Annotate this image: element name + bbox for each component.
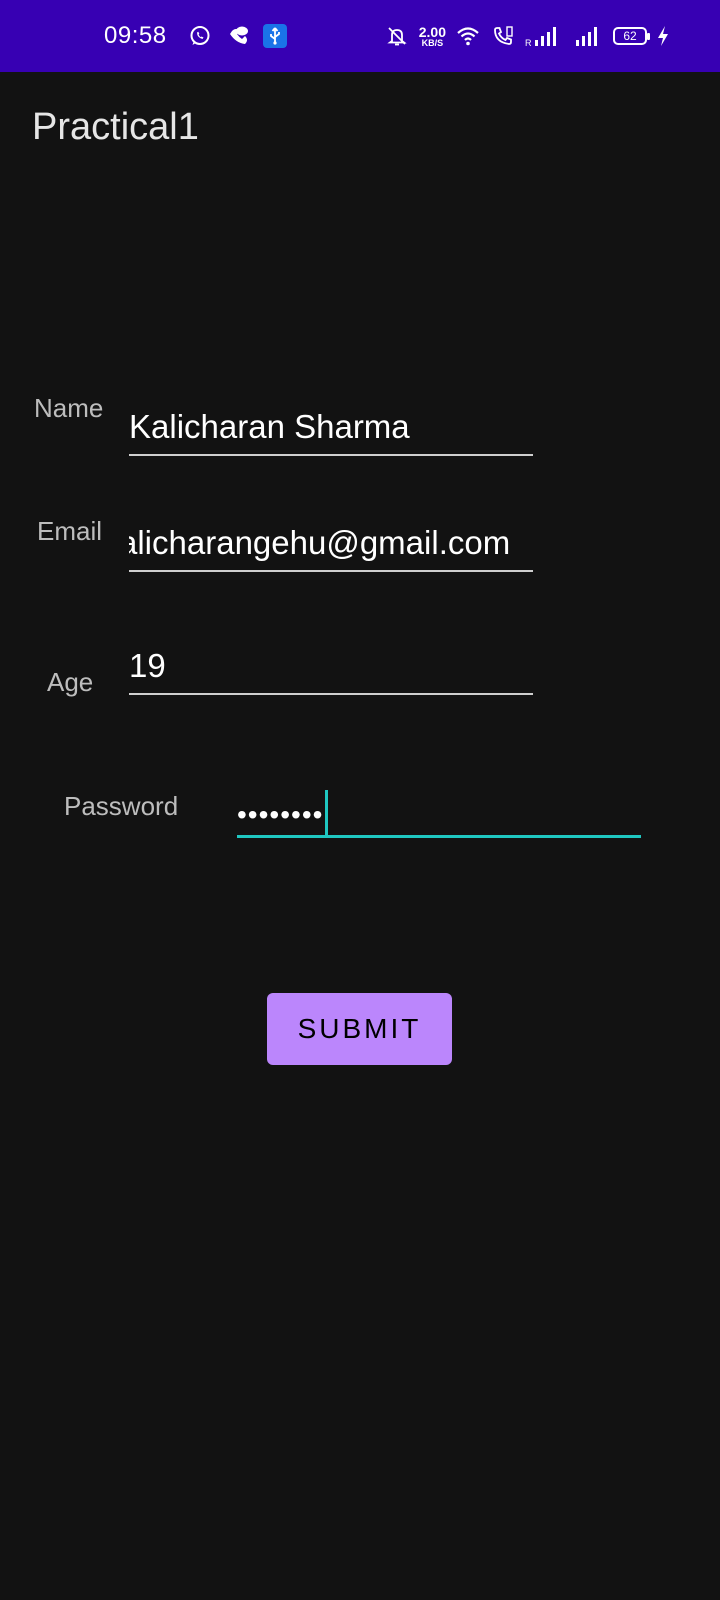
wifi-icon xyxy=(455,23,481,49)
network-speed: 2.00 KB/S xyxy=(419,25,446,48)
password-label: Password xyxy=(64,791,179,821)
charging-icon xyxy=(656,23,670,49)
status-bar: 09:58 2.00 KB/S R 62 xyxy=(0,0,720,72)
password-field-value: •••••••• xyxy=(237,799,324,830)
age-field-value: 19 xyxy=(129,647,166,684)
signal-icon xyxy=(574,23,604,49)
email-field-value: alicharangehu@gmail.com xyxy=(129,524,511,561)
signal-icon: R xyxy=(525,23,565,49)
status-left: 09:58 xyxy=(104,0,287,72)
usb-icon xyxy=(262,24,287,48)
mute-bell-icon xyxy=(384,23,410,49)
name-field-value: Kalicharan Sharma xyxy=(129,408,410,445)
name-label: Name xyxy=(34,393,104,423)
email-label: Email xyxy=(37,516,103,546)
svg-text:R: R xyxy=(525,38,532,48)
submit-button[interactable]: SUBMIT xyxy=(267,993,452,1065)
name-field[interactable]: Kalicharan Sharma xyxy=(129,408,533,456)
app-title: Practical1 xyxy=(32,106,199,148)
battery-icon: 62 xyxy=(613,27,650,45)
age-label: Age xyxy=(47,667,94,697)
password-field[interactable]: •••••••• xyxy=(237,790,641,838)
call-icon xyxy=(490,23,516,49)
whatsapp-icon xyxy=(187,23,213,49)
status-right: 2.00 KB/S R 62 xyxy=(384,0,670,72)
email-field[interactable]: alicharangehu@gmail.com xyxy=(129,524,533,572)
status-time: 09:58 xyxy=(104,22,167,49)
network-speed-unit: KB/S xyxy=(421,37,444,48)
network-speed-value: 2.00 xyxy=(418,23,446,40)
age-field[interactable]: 19 xyxy=(129,647,533,695)
message-icon xyxy=(225,23,251,49)
text-cursor xyxy=(325,790,329,835)
